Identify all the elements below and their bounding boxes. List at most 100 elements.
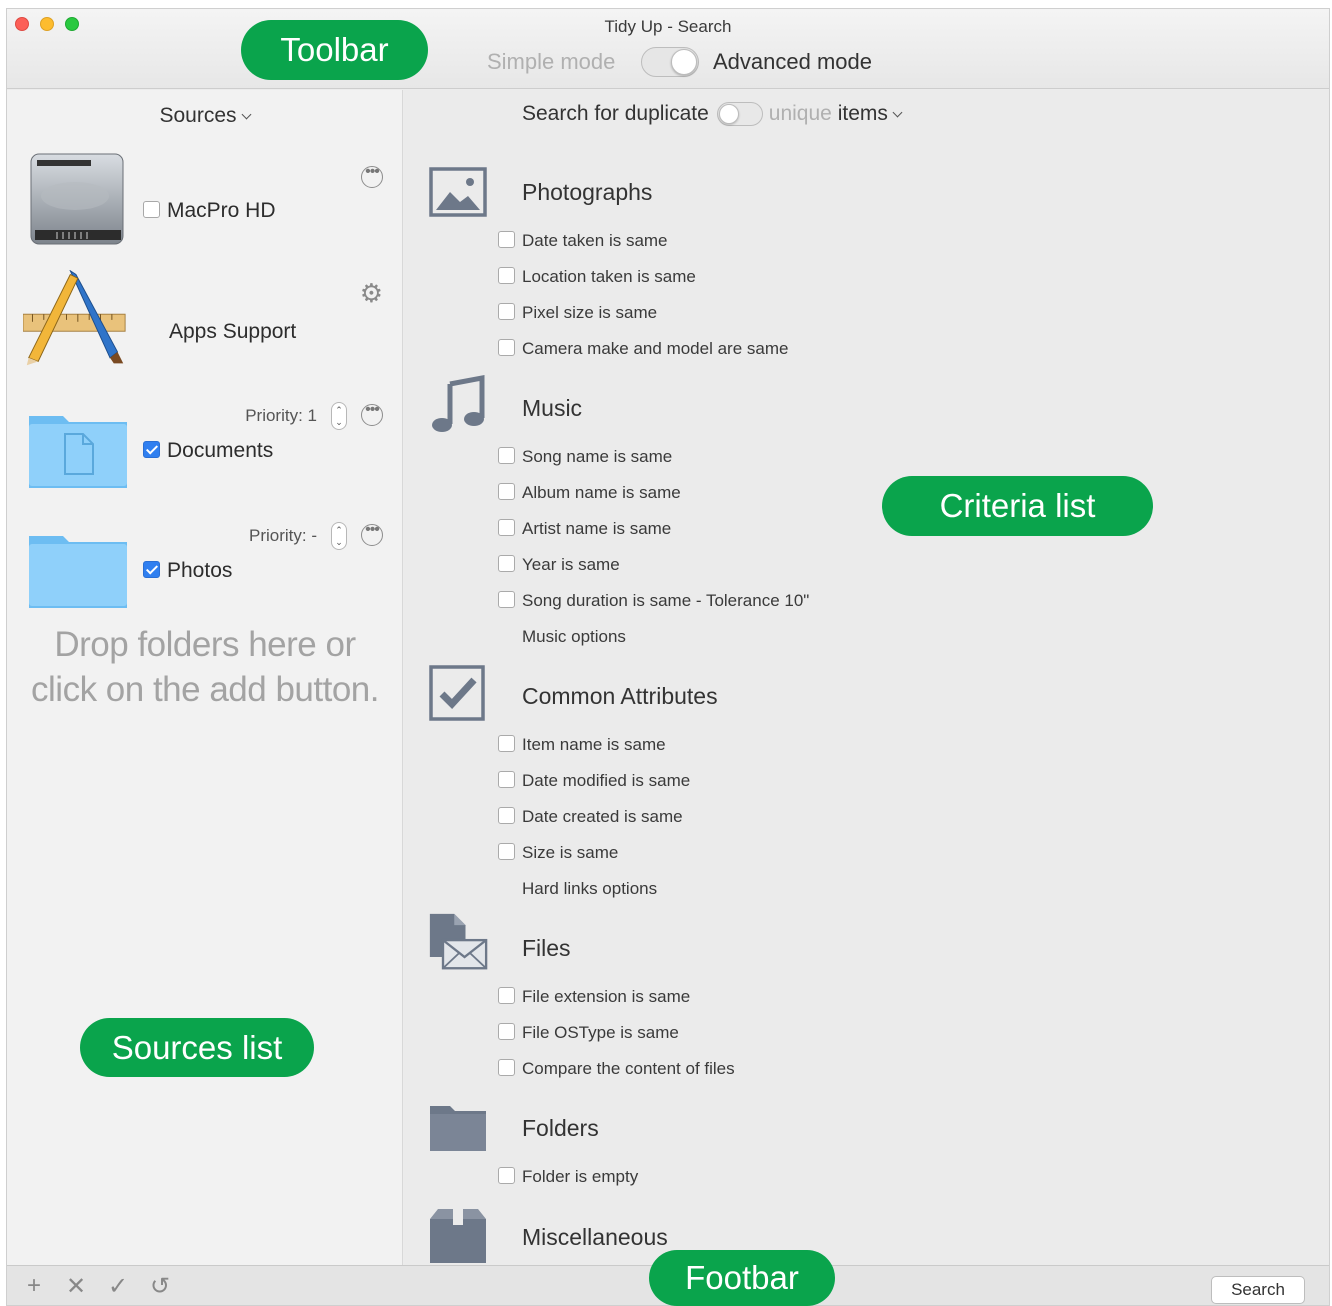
search-button[interactable]: Search [1211,1276,1305,1304]
checkbox[interactable] [498,339,515,357]
checkbox[interactable] [498,771,515,789]
checkbox[interactable] [498,555,515,573]
reset-icon[interactable]: ↺ [147,1272,173,1301]
criterion-label: File extension is same [522,987,691,1006]
criterion-checkbox[interactable]: Artist name is same [498,519,671,539]
items-label: items [837,102,888,126]
drop-hint-line: Drop folders here or [54,625,356,664]
chevron-down-icon [241,109,251,120]
criterion-checkbox[interactable]: File OSType is same [498,1023,679,1043]
priority-label: Priority: - [249,526,317,545]
criterion-label: Location taken is same [522,267,696,286]
checkbox[interactable] [498,483,515,501]
remove-icon[interactable]: ✕ [63,1272,89,1301]
source-checkbox[interactable] [143,201,160,218]
criterion-label: Size is same [522,843,619,862]
music-note-icon [432,374,485,432]
source-item-documents[interactable]: Priority: 1 ⌃ ⌄ ••• Documents [7,382,403,494]
checkbox[interactable] [498,267,515,285]
footbar-callout: Footbar [649,1250,835,1306]
criterion-checkbox[interactable]: Song name is same [498,447,672,467]
checkbox[interactable] [498,231,515,249]
checkmark-box-icon [429,665,485,721]
priority-stepper[interactable]: ⌃ ⌄ [331,522,347,550]
app-window: Tidy Up - Search Simple mode Advanced mo… [6,8,1330,1306]
more-icon[interactable]: ••• [361,402,383,426]
unique-label[interactable]: unique [769,102,832,126]
checkbox[interactable] [498,1167,515,1185]
criterion-label: Folder is empty [522,1167,639,1186]
source-checkbox[interactable] [143,561,160,578]
criterion-checkbox[interactable]: Song duration is same - Tolerance 10" [498,591,809,611]
checkbox[interactable] [498,807,515,825]
source-item-photos[interactable]: Priority: - ⌃ ⌄ ••• Photos [7,502,403,614]
toggle-knob [671,49,697,75]
drop-hint-line: click on the add button. [31,670,379,709]
simple-mode-label[interactable]: Simple mode [487,49,615,75]
checkbox[interactable] [498,591,515,609]
applications-icon [23,270,126,366]
file-icon [429,913,488,970]
source-name: MacPro HD [167,199,276,222]
criterion-checkbox[interactable]: Location taken is same [498,267,696,287]
category-title: Common Attributes [522,683,718,709]
sources-list: Sources MacPro HD ••• Apps Support ⚙ Pri… [7,90,403,1265]
criterion-checkbox[interactable]: Folder is empty [498,1167,638,1187]
folder-icon [430,1106,486,1151]
sources-label: Sources [159,104,237,127]
checkbox[interactable] [498,519,515,537]
source-item-apps-support[interactable]: Apps Support ⚙ [7,262,403,374]
source-item-macpro-hd[interactable]: MacPro HD ••• [7,142,403,254]
checkbox[interactable] [498,303,515,321]
checkbox[interactable] [498,735,515,753]
checkbox[interactable] [498,987,515,1005]
check-icon[interactable]: ✓ [105,1272,131,1301]
music-options-link[interactable]: Music options [522,627,626,647]
criterion-checkbox[interactable]: Camera make and model are same [498,339,788,359]
criterion-checkbox[interactable]: Date created is same [498,807,683,827]
criterion-checkbox[interactable]: Item name is same [498,735,666,755]
documents-folder-icon [29,416,127,488]
advanced-mode-label[interactable]: Advanced mode [713,49,872,75]
photo-icon [429,167,487,217]
category-title: Photographs [522,179,653,205]
criterion-checkbox[interactable]: Size is same [498,843,618,863]
gear-icon[interactable]: ⚙ [360,278,383,309]
criterion-checkbox[interactable]: Pixel size is same [498,303,657,323]
source-name: Documents [167,439,274,462]
checkbox[interactable] [498,447,515,465]
sources-menu[interactable]: Sources [7,104,402,128]
checkbox[interactable] [498,843,515,861]
criterion-checkbox[interactable]: Compare the content of files [498,1059,735,1079]
criteria-list-callout: Criteria list [882,476,1153,536]
criterion-label: Date modified is same [522,771,691,790]
sources-list-callout: Sources list [80,1018,314,1077]
checkbox[interactable] [498,1023,515,1041]
source-checkbox[interactable] [143,441,160,458]
criterion-checkbox[interactable]: Album name is same [498,483,681,503]
duplicate-unique-toggle[interactable] [716,102,763,127]
criterion-checkbox[interactable]: Year is same [498,555,620,575]
window-title: Tidy Up - Search [604,17,732,36]
mode-toggle[interactable] [641,47,699,77]
criterion-label: File OSType is same [522,1023,679,1042]
criterion-checkbox[interactable]: Date modified is same [498,771,690,791]
more-icon[interactable]: ••• [361,522,383,546]
search-for-label: Search for duplicate [522,102,709,126]
criterion-label: Compare the content of files [522,1059,735,1078]
criterion-label: Camera make and model are same [522,339,789,358]
criterion-checkbox[interactable]: Date taken is same [498,231,668,251]
criterion-checkbox[interactable]: File extension is same [498,987,690,1007]
criterion-label: Song name is same [522,447,673,466]
criterion-label: Item name is same [522,735,666,754]
items-menu[interactable]: items [837,102,903,126]
search-for-row: Search for duplicate unique items [522,102,903,127]
add-icon[interactable]: + [21,1272,47,1300]
checkbox[interactable] [498,1059,515,1077]
hard-links-options-link[interactable]: Hard links options [522,879,657,899]
criterion-label: Date taken is same [522,231,668,250]
more-icon[interactable]: ••• [361,164,383,188]
priority-stepper[interactable]: ⌃ ⌄ [331,402,347,430]
source-name: Photos [167,559,233,582]
category-title: Music [522,395,583,421]
